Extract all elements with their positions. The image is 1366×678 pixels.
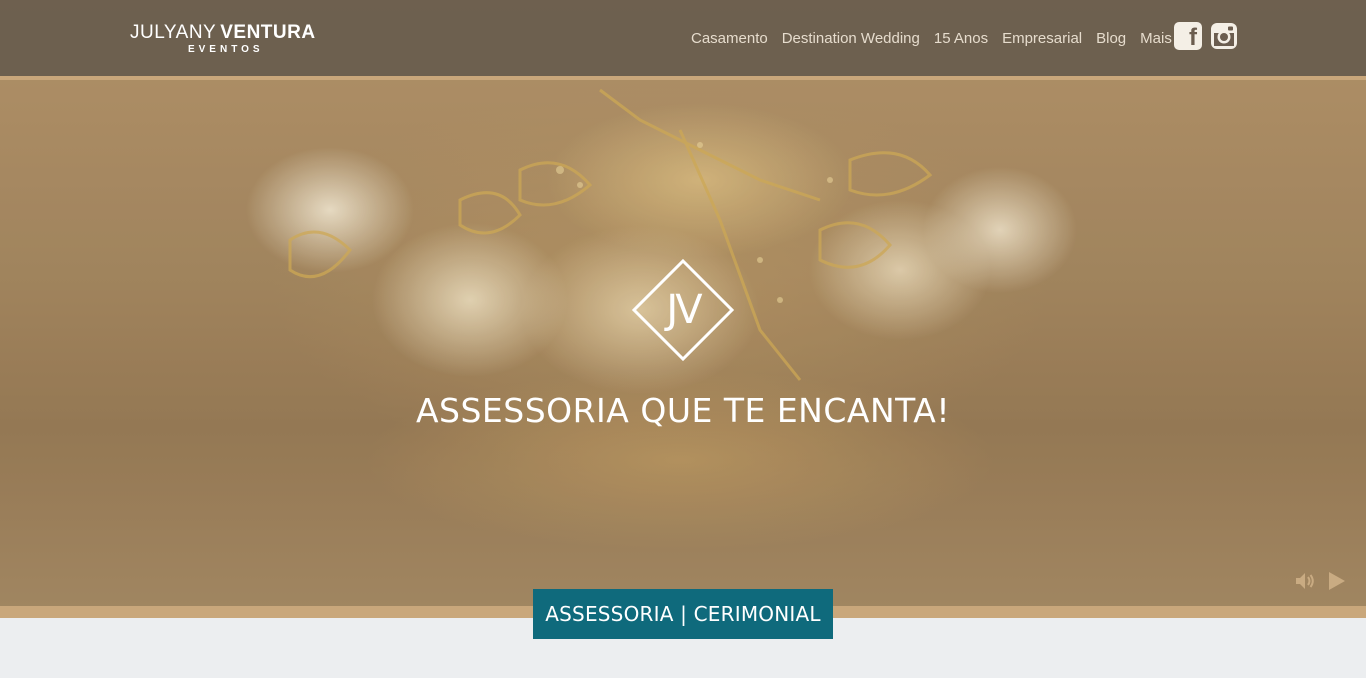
nav-item-empresarial[interactable]: Empresarial (1002, 30, 1082, 48)
play-icon[interactable] (1327, 570, 1347, 592)
nav-item-mais-label: Mais (1140, 30, 1172, 47)
brand-name-second: VENTURA (220, 22, 316, 43)
brand-subtitle: EVENTOS (187, 44, 264, 55)
brand-name-first: JULYANY (130, 22, 217, 43)
nav-item-casamento[interactable]: Casamento (691, 30, 768, 48)
assessoria-cerimonial-button[interactable]: ASSESSORIA | CERIMONIAL (533, 589, 833, 639)
hero-tagline: ASSESSORIA QUE TE ENCANTA! (415, 391, 951, 430)
site-header: JULYANY VENTURA EVENTOS Casamento Destina… (0, 0, 1366, 80)
volume-icon[interactable] (1294, 570, 1316, 592)
nav-item-blog[interactable]: Blog (1096, 30, 1126, 48)
brand-name: JULYANY VENTURA (130, 22, 316, 44)
nav-item-15-anos[interactable]: 15 Anos (934, 30, 988, 48)
nav-item-destination-wedding[interactable]: Destination Wedding (782, 30, 920, 48)
jv-emblem: JV (632, 259, 734, 361)
brand-logo[interactable]: JULYANY VENTURA EVENTOS (130, 22, 316, 55)
main-nav: Casamento Destination Wedding 15 Anos Em… (691, 30, 1201, 48)
instagram-icon[interactable] (1210, 22, 1238, 50)
emblem-letters: JV (666, 287, 702, 333)
facebook-icon[interactable]: f (1174, 22, 1202, 51)
